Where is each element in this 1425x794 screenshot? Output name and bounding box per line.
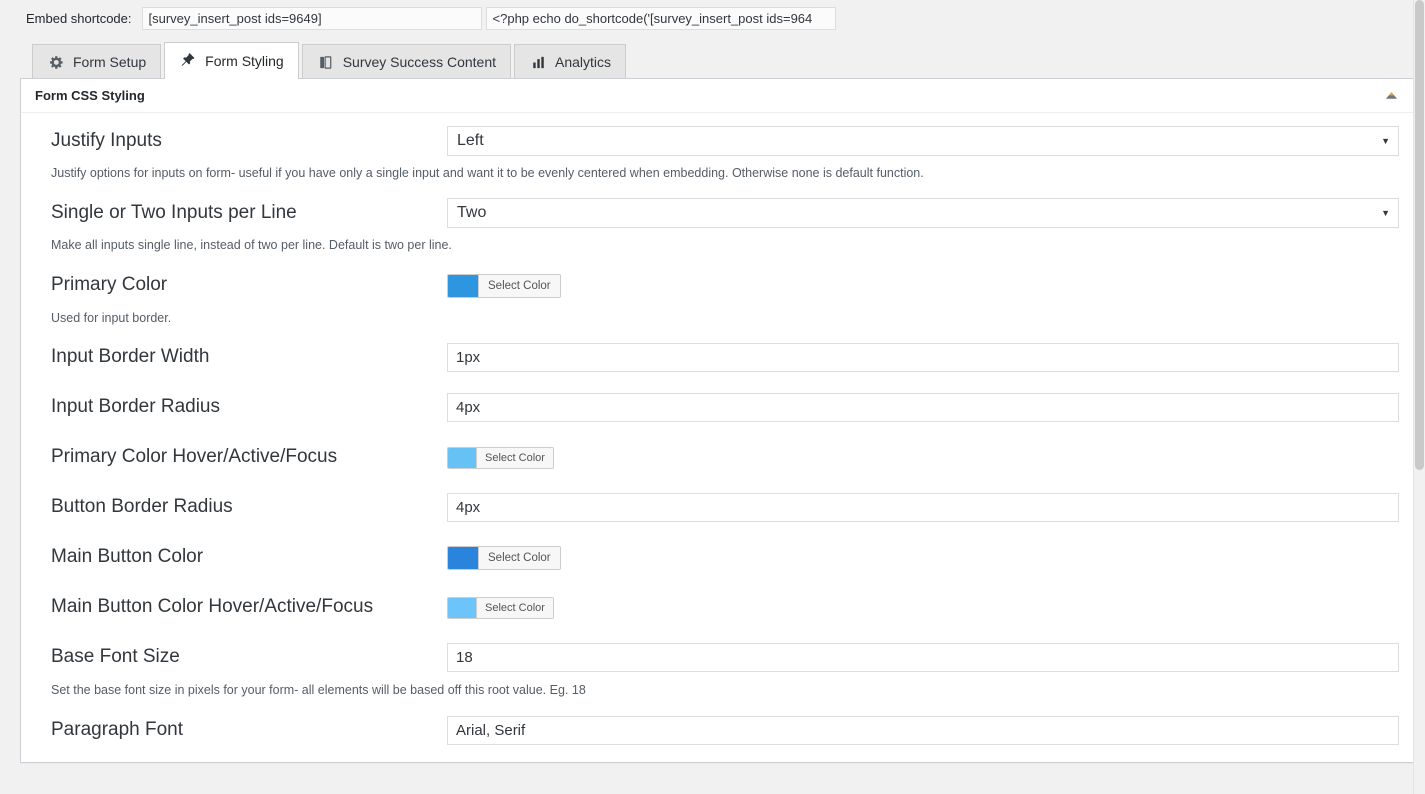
field-description-primary-color: Used for input border. [51,310,172,325]
tab-form-styling[interactable]: Form Styling [164,42,299,79]
tab-label: Survey Success Content [342,54,497,70]
field-label: Justify Inputs [51,129,162,151]
field-control: Left ▼ [447,126,1399,156]
select-color-label: Select Color [478,274,560,297]
main-button-color-picker[interactable]: Select Color [447,545,561,570]
caret-up-icon[interactable] [1381,86,1401,106]
field-label: Input Border Width [51,346,210,368]
color-swatch [448,546,478,569]
button-border-radius-field[interactable] [447,493,1399,523]
tab-survey-success-content[interactable]: Survey Success Content [301,44,512,79]
panel-title: Form CSS Styling [35,88,145,103]
shortcode-input-php[interactable] [485,6,836,30]
field-label: Primary Color Hover/Active/Focus [51,446,338,468]
select-color-label: Select Color [478,546,560,569]
input-border-width-field[interactable] [447,343,1399,373]
field-label: Input Border Radius [51,396,220,418]
field-control [447,343,1399,373]
color-swatch [448,597,476,618]
field-row-primary-color-hover: Primary Color Hover/Active/Focus Select … [21,440,1413,476]
field-control: Two ▼ [447,198,1399,229]
color-swatch [448,274,478,297]
tab-label: Form Styling [205,53,284,69]
field-row-base-font-size: Base Font Size [21,640,1413,676]
panel-body: Justify Inputs Left ▼ Justify options fo… [21,113,1413,762]
gear-icon [47,53,65,71]
base-font-size-field[interactable] [447,643,1399,673]
field-control [447,643,1399,673]
page-scrollbar-thumb[interactable] [1415,0,1424,470]
panel-header[interactable]: Form CSS Styling [21,79,1413,113]
bar-chart-icon [529,53,547,71]
field-label: Main Button Color Hover/Active/Focus [51,596,374,618]
field-description-inputs-per-line: Make all inputs single line, instead of … [51,238,452,253]
tab-form-setup[interactable]: Form Setup [32,44,162,79]
field-row-input-border-radius: Input Border Radius [21,390,1413,426]
field-row-button-border-radius: Button Border Radius [21,490,1413,526]
field-control: Select Color [447,446,1399,469]
color-swatch [448,447,476,468]
primary-color-picker[interactable]: Select Color [447,273,561,298]
pages-icon [317,53,335,71]
input-border-radius-field[interactable] [447,393,1399,423]
field-label: Single or Two Inputs per Line [51,201,297,223]
admin-page: Embed shortcode: Form Setup Form Styling [0,0,1425,794]
shortcode-input-basic[interactable] [141,6,482,30]
field-description-justify-inputs: Justify options for inputs on form- usef… [51,166,924,180]
field-description-base-font-size: Set the base font size in pixels for you… [51,682,586,697]
field-label: Main Button Color [51,546,204,568]
paragraph-font-field[interactable] [447,715,1399,745]
field-label: Base Font Size [51,646,180,668]
pushpin-icon [179,52,197,70]
tab-label: Form Setup [73,54,147,70]
field-row-input-border-width: Input Border Width [21,340,1413,376]
page-scrollbar-track[interactable] [1413,0,1425,794]
embed-shortcode-label: Embed shortcode: [26,10,132,26]
form-css-styling-panel: Form CSS Styling Justify Inputs Left ▼ J… [20,78,1414,763]
tab-bar: Form Setup Form Styling Survey Success C… [0,36,1425,79]
field-label: Primary Color [51,274,168,296]
embed-shortcode-bar: Embed shortcode: [0,0,1425,36]
inputs-per-line-select[interactable]: Two [447,198,1399,229]
field-row-paragraph-font: Paragraph Font [21,712,1413,748]
justify-inputs-select[interactable]: Left [447,126,1399,156]
field-row-main-button-color: Main Button Color Select Color [21,540,1413,576]
field-control: Select Color [447,596,1399,619]
field-row-inputs-per-line: Single or Two Inputs per Line Two ▼ [21,195,1413,231]
field-row-main-button-color-hover: Main Button Color Hover/Active/Focus Sel… [21,590,1413,626]
field-control: Select Color [447,545,1399,570]
select-color-label: Select Color [476,447,553,468]
field-control [447,715,1399,745]
select-color-label: Select Color [476,597,553,618]
field-row-primary-color: Primary Color Select Color [21,268,1413,304]
primary-color-hover-picker[interactable]: Select Color [447,446,554,469]
field-label: Button Border Radius [51,496,233,518]
field-control [447,393,1399,423]
field-row-justify-inputs: Justify Inputs Left ▼ [21,123,1413,159]
tab-analytics[interactable]: Analytics [514,44,627,79]
field-label: Paragraph Font [51,718,184,740]
field-control: Select Color [447,273,1399,298]
main-button-color-hover-picker[interactable]: Select Color [447,596,554,619]
tab-label: Analytics [555,54,612,70]
field-control [447,493,1399,523]
